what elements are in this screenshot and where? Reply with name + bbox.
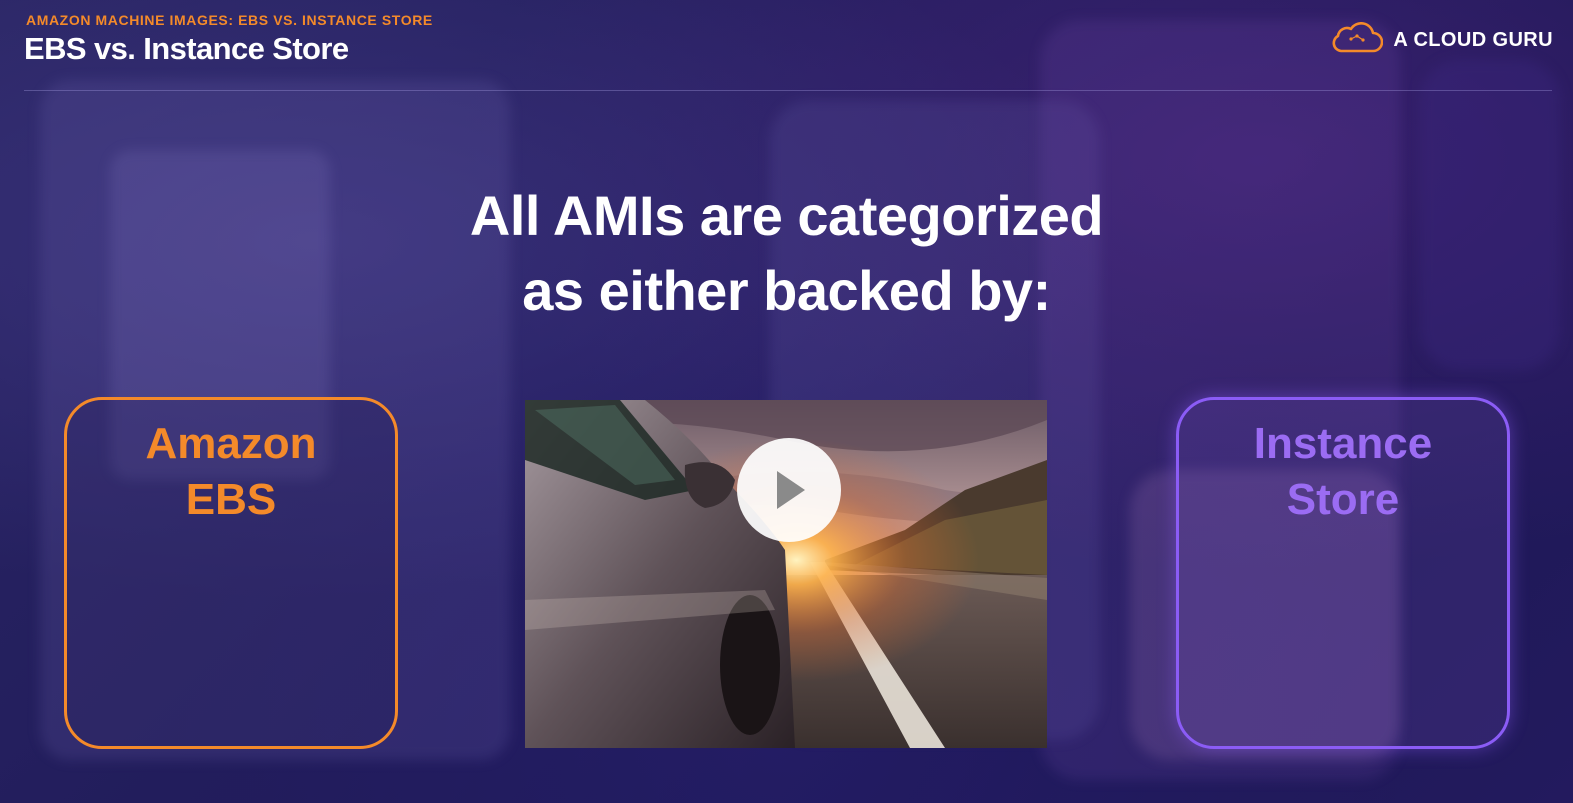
headline-line: All AMIs are categorized bbox=[469, 184, 1104, 247]
brand-logo: A CLOUD GURU bbox=[1329, 22, 1553, 59]
play-button[interactable] bbox=[737, 438, 841, 542]
ebs-card: Amazon EBS bbox=[64, 397, 398, 749]
instance-store-card-label: Store bbox=[1286, 475, 1400, 524]
headline-line: as either backed by: bbox=[522, 259, 1051, 322]
section-label: AMAZON MACHINE IMAGES: EBS VS. INSTANCE … bbox=[26, 12, 433, 28]
play-icon bbox=[769, 467, 809, 513]
headline: All AMIs are categorized as either backe… bbox=[0, 178, 1573, 328]
ebs-card-label: EBS bbox=[185, 475, 277, 524]
header-divider bbox=[24, 90, 1552, 91]
slide-title: EBS vs. Instance Store bbox=[24, 31, 349, 66]
video-player[interactable] bbox=[525, 400, 1047, 748]
slide: AMAZON MACHINE IMAGES: EBS VS. INSTANCE … bbox=[0, 0, 1573, 803]
cloud-logo-icon bbox=[1329, 22, 1384, 59]
brand-name: A CLOUD GURU bbox=[1393, 29, 1553, 51]
instance-store-card-label: Instance bbox=[1253, 419, 1433, 468]
ebs-card-label: Amazon bbox=[145, 419, 317, 468]
instance-store-card: Instance Store bbox=[1176, 397, 1510, 749]
